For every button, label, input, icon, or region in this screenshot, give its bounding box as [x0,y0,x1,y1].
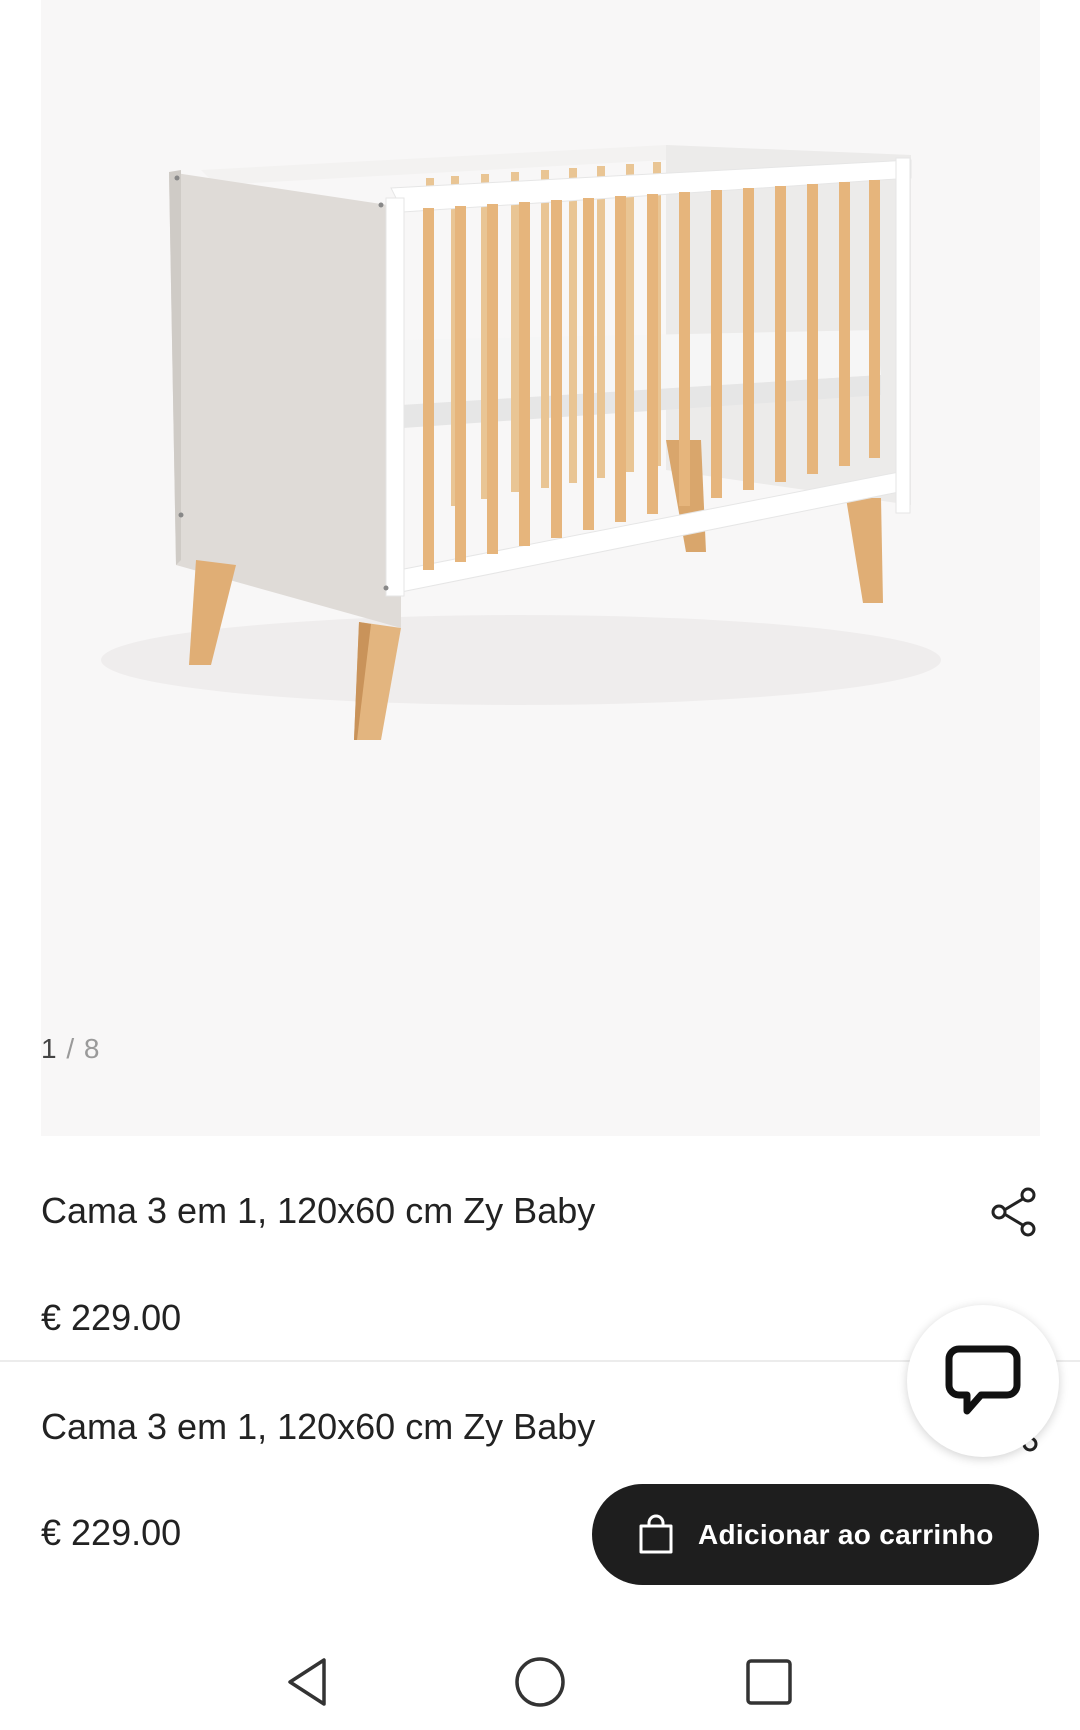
product-image [101,145,941,740]
shopping-bag-icon [639,1514,673,1553]
add-to-cart-button[interactable]: Adicionar ao carrinho [592,1484,1039,1585]
chat-bubble-icon [945,1345,1021,1415]
sticky-product-price: € 229.00 [41,1512,182,1553]
nav-home-button[interactable] [510,1652,570,1712]
system-navigation-bar [0,1630,1080,1730]
nav-recents-button[interactable] [738,1652,798,1712]
chevron-right-icon [1038,426,1040,460]
product-price: € 229.00 [41,1297,182,1338]
triangle-back-icon [288,1658,326,1706]
share-button[interactable] [988,1186,1040,1238]
gallery-counter: 1 / 8 [41,1033,101,1065]
product-title: Cama 3 em 1, 120x60 cm Zy Baby [41,1190,596,1231]
sticky-product-title: Cama 3 em 1, 120x60 cm Zy Baby [41,1406,596,1447]
square-recents-icon [746,1659,792,1705]
nav-back-button[interactable] [280,1652,340,1712]
circle-home-icon [515,1657,565,1707]
gallery-total: 8 [83,1033,101,1064]
gallery-current-index: 1 [41,1033,58,1064]
gallery-next-button[interactable] [1026,420,1040,466]
share-icon [991,1187,1036,1237]
product-gallery[interactable] [41,0,1040,1136]
gallery-separator: / [66,1033,76,1064]
product-page: 1 / 8 Cama 3 em 1, 120x60 cm Zy Baby € 2… [0,0,1080,1730]
chat-button[interactable] [907,1305,1059,1457]
add-to-cart-label: Adicionar ao carrinho [698,1518,994,1550]
